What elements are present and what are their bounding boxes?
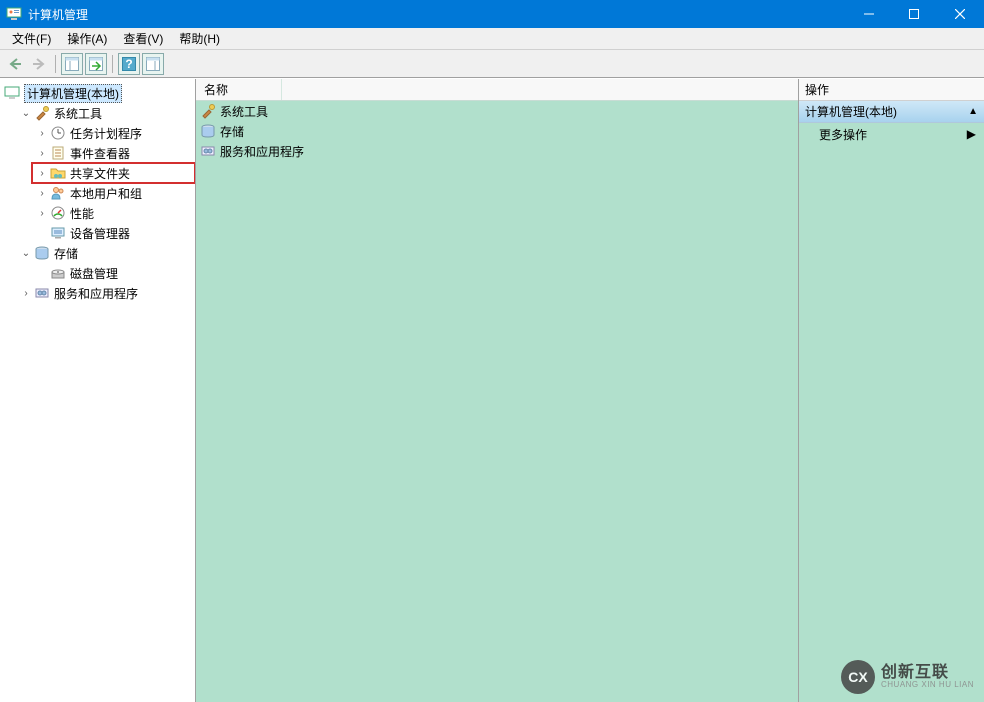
show-hide-tree-button[interactable] <box>61 53 83 75</box>
actions-header: 操作 <box>799 79 984 101</box>
list-item-storage[interactable]: 存储 <box>196 121 798 141</box>
maximize-button[interactable] <box>891 0 936 28</box>
shared-folder-icon <box>50 165 66 181</box>
list-item-services[interactable]: 服务和应用程序 <box>196 141 798 161</box>
actions-section[interactable]: 计算机管理(本地) ▲ <box>799 101 984 123</box>
action-label: 更多操作 <box>819 126 867 143</box>
list-item-label: 存储 <box>220 123 244 140</box>
clock-icon <box>50 125 66 141</box>
computer-management-icon <box>4 85 20 101</box>
expand-icon[interactable]: › <box>36 167 48 179</box>
menu-view[interactable]: 查看(V) <box>115 28 171 49</box>
column-header-name[interactable]: 名称 <box>202 79 282 100</box>
event-log-icon <box>50 145 66 161</box>
services-icon <box>200 143 216 159</box>
tree-root[interactable]: 计算机管理(本地) <box>0 83 195 103</box>
menubar: 文件(F) 操作(A) 查看(V) 帮助(H) <box>0 28 984 50</box>
console-tree[interactable]: 计算机管理(本地) ⌄ 系统工具 › 任务计划程序 <box>0 79 196 702</box>
help-button[interactable]: ? <box>118 53 140 75</box>
nav-back-button[interactable] <box>4 53 26 75</box>
list-header: 名称 <box>196 79 798 101</box>
expand-icon[interactable]: › <box>36 187 48 199</box>
svg-text:?: ? <box>125 57 132 71</box>
tree-system-tools[interactable]: ⌄ 系统工具 <box>16 103 195 123</box>
tools-icon <box>34 105 50 121</box>
tree-label: 共享文件夹 <box>70 165 130 182</box>
actions-pane: 操作 计算机管理(本地) ▲ 更多操作 ▶ <box>799 79 984 702</box>
center-pane: 名称 系统工具 存储 服务和应用程序 <box>196 79 799 702</box>
tree-label: 服务和应用程序 <box>54 285 138 302</box>
expand-icon[interactable]: › <box>36 127 48 139</box>
services-icon <box>34 285 50 301</box>
tree-label: 事件查看器 <box>70 145 130 162</box>
tree-local-users[interactable]: › 本地用户和组 <box>32 183 195 203</box>
tree-label: 本地用户和组 <box>70 185 142 202</box>
tree-task-scheduler[interactable]: › 任务计划程序 <box>32 123 195 143</box>
tree-disk-management[interactable]: › 磁盘管理 <box>32 263 195 283</box>
tree-root-label: 计算机管理(本地) <box>24 84 122 103</box>
tree-label: 任务计划程序 <box>70 125 142 142</box>
tree-event-viewer[interactable]: › 事件查看器 <box>32 143 195 163</box>
tree-storage[interactable]: ⌄ 存储 <box>16 243 195 263</box>
list-item-system-tools[interactable]: 系统工具 <box>196 101 798 121</box>
users-icon <box>50 185 66 201</box>
close-button[interactable] <box>936 0 984 28</box>
storage-icon <box>200 123 216 139</box>
nav-forward-button[interactable] <box>28 53 50 75</box>
actions-body: 更多操作 ▶ <box>799 123 984 702</box>
titlebar: 计算机管理 <box>0 0 984 28</box>
collapse-icon[interactable]: ⌄ <box>20 107 32 119</box>
menu-help[interactable]: 帮助(H) <box>171 28 228 49</box>
main-panes: 计算机管理(本地) ⌄ 系统工具 › 任务计划程序 <box>0 78 984 702</box>
toolbar-separator <box>55 55 56 73</box>
window-title: 计算机管理 <box>28 6 846 23</box>
expand-icon[interactable]: › <box>20 287 32 299</box>
collapse-section-icon[interactable]: ▲ <box>968 106 978 117</box>
disk-icon <box>50 265 66 281</box>
toolbar: ? <box>0 50 984 78</box>
tree-label: 性能 <box>70 205 94 222</box>
tree-label: 系统工具 <box>54 105 102 122</box>
tree-label: 存储 <box>54 245 78 262</box>
performance-icon <box>50 205 66 221</box>
watermark-en: CHUANG XIN HU LIAN <box>881 681 974 690</box>
tree-performance[interactable]: › 性能 <box>32 203 195 223</box>
show-hide-action-button[interactable] <box>142 53 164 75</box>
tree-services-apps[interactable]: › 服务和应用程序 <box>16 283 195 303</box>
list-item-label: 服务和应用程序 <box>220 143 304 160</box>
list-body[interactable]: 系统工具 存储 服务和应用程序 <box>196 101 798 702</box>
tree-device-manager[interactable]: › 设备管理器 <box>32 223 195 243</box>
watermark: CX 创新互联 CHUANG XIN HU LIAN <box>841 660 974 694</box>
action-more[interactable]: 更多操作 ▶ <box>799 123 984 145</box>
collapse-icon[interactable]: ⌄ <box>20 247 32 259</box>
list-item-label: 系统工具 <box>220 103 268 120</box>
expand-icon[interactable]: › <box>36 147 48 159</box>
actions-section-label: 计算机管理(本地) <box>805 103 897 120</box>
toolbar-separator <box>112 55 113 73</box>
watermark-cn: 创新互联 <box>881 664 974 682</box>
tree-shared-folders[interactable]: › 共享文件夹 <box>32 163 195 183</box>
tree-label: 设备管理器 <box>70 225 130 242</box>
export-list-button[interactable] <box>85 53 107 75</box>
window-controls <box>846 0 984 28</box>
watermark-logo: CX <box>841 660 875 694</box>
minimize-button[interactable] <box>846 0 891 28</box>
device-icon <box>50 225 66 241</box>
expand-icon[interactable]: › <box>36 207 48 219</box>
menu-file[interactable]: 文件(F) <box>4 28 59 49</box>
tools-icon <box>200 103 216 119</box>
submenu-arrow-icon: ▶ <box>967 127 976 141</box>
app-icon <box>6 6 22 22</box>
tree-label: 磁盘管理 <box>70 265 118 282</box>
storage-icon <box>34 245 50 261</box>
menu-action[interactable]: 操作(A) <box>59 28 115 49</box>
